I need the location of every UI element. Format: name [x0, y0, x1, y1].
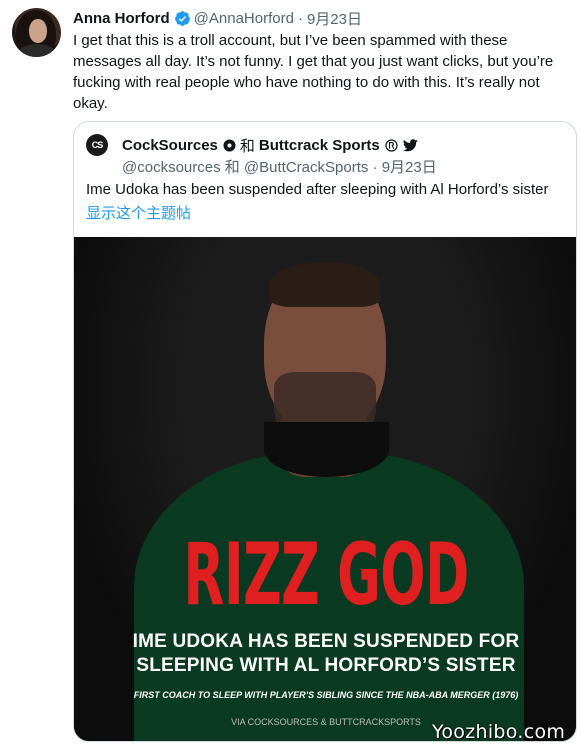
quoted-date[interactable]: 9月23日	[382, 159, 437, 176]
image-subline: IME UDOKA HAS BEEN SUSPENDED FOR SLEEPIN…	[74, 630, 576, 678]
tweet[interactable]: Anna Horford @AnnaHorford · 9月23日 I get …	[0, 0, 581, 749]
quoted-tweet[interactable]: CS CockSources 和 Buttcrack Sports @cocks…	[73, 121, 577, 742]
twitter-bird-icon	[402, 139, 418, 152]
quoted-and: 和	[239, 138, 255, 155]
image-subline-2: SLEEPING WITH AL HORFORD’S SISTER	[136, 655, 516, 676]
verified-badge-icon	[174, 10, 190, 26]
image-small-text: FIRST COACH TO SLEEP WITH PLAYER’S SIBLI…	[133, 690, 519, 700]
quoted-subline: @cocksources 和 @ButtCrackSports · 9月23日	[122, 156, 437, 177]
tweet-text: I get that this is a troll account, but …	[73, 32, 554, 112]
author-avatar[interactable]	[12, 8, 61, 57]
separator-dot: ·	[297, 9, 303, 27]
quoted-tweet-header: CockSources 和 Buttcrack Sports	[122, 135, 418, 156]
image-headline: RIZZ GOD	[183, 525, 469, 625]
quoted-author-name[interactable]: CockSources	[122, 137, 218, 154]
image-mask	[264, 422, 389, 477]
show-thread-link[interactable]: 显示这个主题帖	[86, 202, 191, 223]
quoted-handles[interactable]: @cocksources 和 @ButtCrackSports	[122, 159, 368, 176]
author-handle[interactable]: @AnnaHorford	[194, 10, 294, 27]
tweet-header: Anna Horford @AnnaHorford · 9月23日	[73, 8, 362, 28]
watermark: Yoozhibo.com	[432, 721, 566, 743]
quoted-separator-dot: ·	[372, 159, 378, 176]
author-name[interactable]: Anna Horford	[73, 10, 170, 27]
tweet-date[interactable]: 9月23日	[307, 8, 362, 29]
circle-dot-icon	[223, 139, 236, 152]
quoted-coauthor-name[interactable]: Buttcrack Sports	[259, 137, 380, 154]
quoted-author-avatar[interactable]: CS	[86, 134, 108, 156]
image-hair	[269, 262, 381, 307]
image-subline-1: IME UDOKA HAS BEEN SUSPENDED FOR	[132, 631, 520, 652]
registered-icon	[385, 139, 398, 152]
quoted-tweet-image[interactable]: RIZZ GOD IME UDOKA HAS BEEN SUSPENDED FO…	[74, 237, 576, 741]
quoted-tweet-text: Ime Udoka has been suspended after sleep…	[86, 181, 549, 198]
